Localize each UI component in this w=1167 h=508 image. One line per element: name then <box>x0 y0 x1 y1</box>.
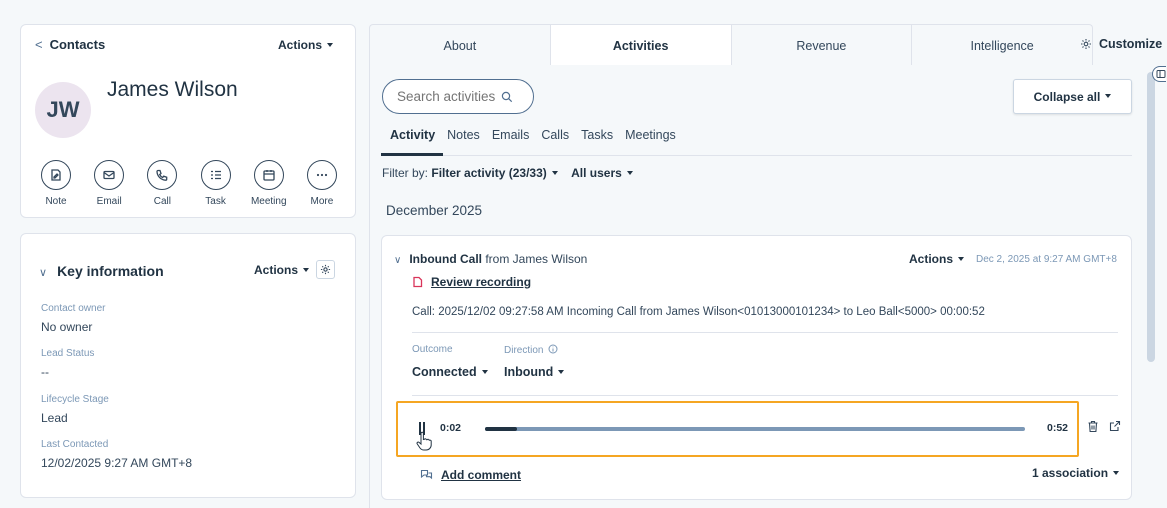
activity-date: Dec 2, 2025 at 9:27 AM GMT+8 <box>976 254 1117 265</box>
caret-down-icon <box>1105 93 1112 98</box>
caret-down-icon <box>1113 470 1120 475</box>
call-button[interactable]: Call <box>137 160 187 207</box>
filter-activity-dropdown[interactable]: Filter activity (23/33) <box>431 166 558 180</box>
more-button[interactable]: More <box>297 160 347 207</box>
subtab-notes[interactable]: Notes <box>447 128 480 142</box>
key-information-toggle[interactable]: ∨ Key information <box>39 263 164 279</box>
chevron-left-icon: < <box>35 37 43 52</box>
subtab-tasks[interactable]: Tasks <box>581 128 613 142</box>
lead-status-value[interactable]: -- <box>41 365 49 379</box>
search-icon <box>501 91 513 102</box>
subtab-meetings[interactable]: Meetings <box>625 128 676 142</box>
customize-button[interactable]: Customize <box>1080 37 1162 51</box>
search-input[interactable] <box>397 89 501 104</box>
panel-toggle-icon <box>1156 70 1166 78</box>
caret-down-icon <box>303 267 309 272</box>
contact-owner-value[interactable]: No owner <box>41 320 92 334</box>
subtab-divider <box>381 155 1132 156</box>
divider <box>412 332 1118 333</box>
audio-player: 0:02 0:52 <box>396 401 1079 457</box>
review-recording-link[interactable]: Review recording <box>412 275 531 289</box>
outcome-dropdown[interactable]: Connected <box>412 365 488 379</box>
key-info-actions-dropdown[interactable]: Actions <box>254 263 309 277</box>
avatar: JW <box>35 82 91 138</box>
meeting-icon <box>263 170 275 181</box>
task-icon <box>210 170 221 180</box>
back-to-contacts-link[interactable]: < Contacts <box>35 37 105 52</box>
note-icon <box>51 169 61 181</box>
activity-subtabs: Activity Notes Emails Calls Tasks Meetin… <box>390 128 676 142</box>
lifecycle-stage-value[interactable]: Lead <box>41 411 68 425</box>
gear-icon <box>320 264 331 275</box>
last-contacted-value: 12/02/2025 9:27 AM GMT+8 <box>41 456 193 470</box>
caret-down-icon <box>958 256 965 261</box>
all-users-dropdown[interactable]: All users <box>571 166 633 180</box>
caret-down-icon <box>558 369 565 374</box>
contact-actions-dropdown[interactable]: Actions <box>278 38 333 52</box>
associations-dropdown[interactable]: 1 association <box>1032 466 1120 480</box>
divider <box>412 395 1118 396</box>
activity-actions-dropdown[interactable]: Actions <box>909 252 965 266</box>
task-button[interactable]: Task <box>191 160 241 207</box>
recording-icon <box>413 276 423 288</box>
record-tabs: About Activities Revenue Intelligence <box>369 24 1093 66</box>
current-time: 0:02 <box>440 422 462 434</box>
hand-cursor-icon <box>416 431 432 451</box>
external-link-icon[interactable] <box>1109 420 1121 432</box>
subtab-activity[interactable]: Activity <box>390 128 435 142</box>
contact-card: < Contacts Actions JW James Wilson Note E… <box>20 24 356 218</box>
call-description: Call: 2025/12/02 09:27:58 AM Incoming Ca… <box>412 306 985 318</box>
comment-icon <box>420 469 433 480</box>
info-icon <box>548 344 558 354</box>
call-activity-card: ∨ Inbound Call from James Wilson Actions … <box>381 235 1132 500</box>
email-button[interactable]: Email <box>84 160 134 207</box>
delete-recording-icon[interactable] <box>1087 420 1099 433</box>
chevron-down-icon: ∨ <box>39 267 48 279</box>
caret-down-icon <box>626 170 633 175</box>
caret-down-icon <box>481 369 488 374</box>
caret-down-icon <box>551 170 558 175</box>
add-comment-link[interactable]: Add comment <box>420 468 521 482</box>
active-subtab-indicator <box>381 153 443 156</box>
scrollbar[interactable] <box>1147 72 1155 362</box>
last-contacted-label: Last Contacted <box>41 439 109 450</box>
tab-intelligence[interactable]: Intelligence <box>912 25 1092 66</box>
gear-icon <box>1081 39 1091 49</box>
filter-bar: Filter by: Filter activity (23/33) All u… <box>382 166 633 180</box>
tab-activities[interactable]: Activities <box>550 25 732 66</box>
chevron-down-icon: ∨ <box>394 255 402 266</box>
subtab-calls[interactable]: Calls <box>541 128 569 142</box>
lead-status-label: Lead Status <box>41 348 95 359</box>
progress-fill <box>485 427 518 431</box>
contact-name: James Wilson <box>107 78 238 101</box>
search-activities[interactable] <box>382 79 534 114</box>
direction-label: Direction <box>504 344 558 356</box>
total-time: 0:52 <box>1047 422 1069 434</box>
caret-down-icon <box>327 42 333 47</box>
meeting-button[interactable]: Meeting <box>244 160 294 207</box>
key-information-card: ∨ Key information Actions Contact owner N… <box>20 233 356 498</box>
more-icon <box>316 173 328 177</box>
activity-header-toggle[interactable]: ∨ Inbound Call from James Wilson <box>394 252 587 266</box>
email-icon <box>103 170 115 180</box>
month-heading: December 2025 <box>386 203 483 218</box>
call-icon <box>156 169 168 181</box>
quick-actions: Note Email Call Task Meeting More <box>31 160 347 207</box>
outcome-label: Outcome <box>412 344 453 355</box>
subtab-emails[interactable]: Emails <box>492 128 530 142</box>
note-button[interactable]: Note <box>31 160 81 207</box>
tab-revenue[interactable]: Revenue <box>732 25 913 66</box>
playback-progress-bar[interactable] <box>485 427 1025 431</box>
collapse-all-button[interactable]: Collapse all <box>1013 79 1132 114</box>
tab-about[interactable]: About <box>370 25 551 66</box>
sidebar-expand-handle[interactable] <box>1152 66 1166 82</box>
contact-owner-label: Contact owner <box>41 303 106 314</box>
direction-dropdown[interactable]: Inbound <box>504 365 565 379</box>
settings-button[interactable] <box>316 260 335 279</box>
lifecycle-stage-label: Lifecycle Stage <box>41 394 109 405</box>
